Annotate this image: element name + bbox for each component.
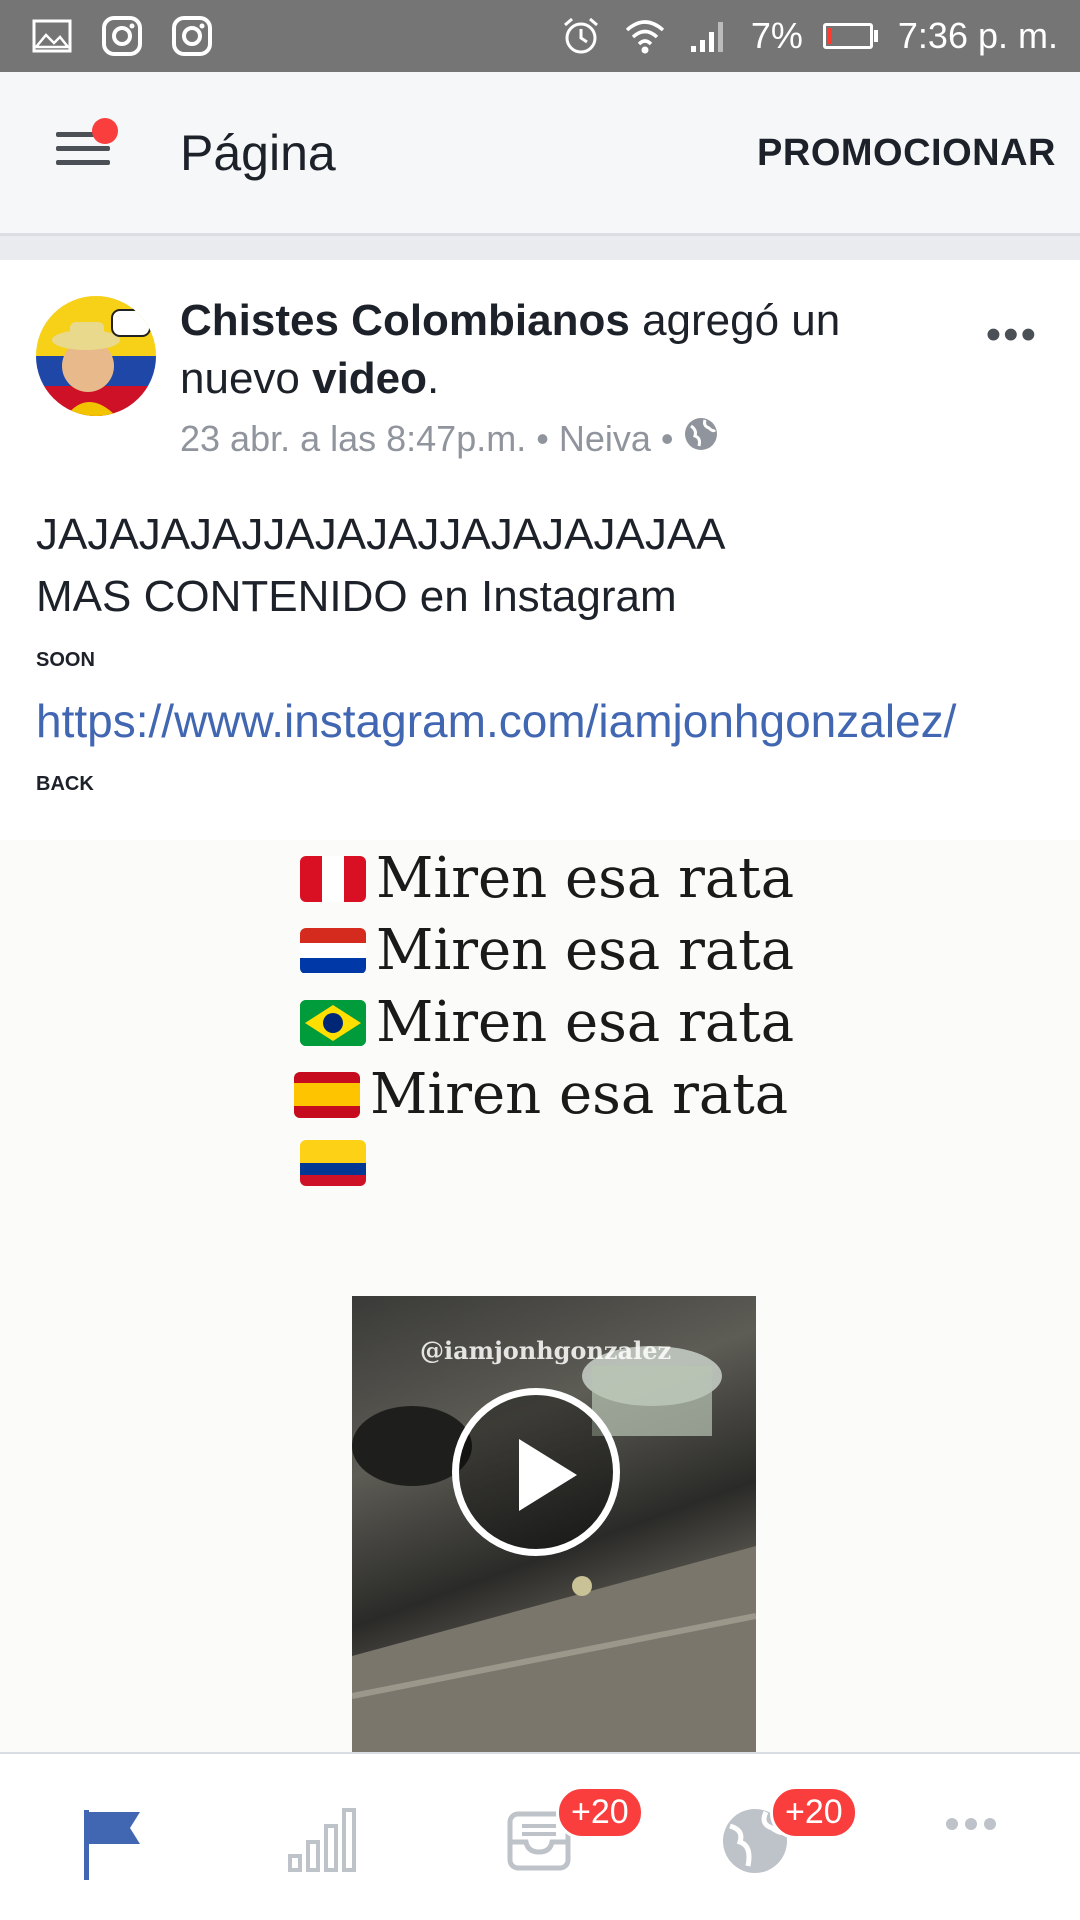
- notifications-badge: +20: [770, 1786, 858, 1839]
- caption-line: Miren esa rata: [300, 918, 794, 983]
- battery-icon: [822, 23, 878, 49]
- bottom-nav: +20 +20: [0, 1752, 1080, 1920]
- nav-more[interactable]: [944, 1814, 1034, 1904]
- back-arrow: BACK: [36, 752, 1046, 814]
- peru-flag-icon: [300, 855, 366, 902]
- colombia-flag-icon: [300, 1140, 366, 1186]
- paraguay-flag-icon: [300, 927, 366, 974]
- nav-notifications[interactable]: +20: [718, 1786, 858, 1894]
- meta-separator: •: [660, 417, 674, 459]
- caption-line: Miren esa rata: [294, 1062, 788, 1127]
- video-link[interactable]: video: [312, 354, 427, 403]
- alarm-icon: [559, 14, 603, 58]
- soon-label: SOON: [36, 649, 95, 671]
- caption-text: Miren esa rata: [376, 918, 795, 983]
- action-end: .: [427, 354, 440, 403]
- caption-line: Miren esa rata: [300, 846, 794, 911]
- page-avatar[interactable]: [36, 296, 156, 416]
- post-location[interactable]: Neiva: [559, 418, 651, 460]
- bar-chart-icon: [288, 1808, 356, 1872]
- caption-line: Miren esa rata: [300, 990, 794, 1055]
- app-header: Página PROMOCIONAR: [0, 72, 1080, 236]
- post-body-line: JAJAJAJAJJAJAJAJJAJAJAJAJAA: [36, 510, 726, 559]
- wifi-icon: [623, 14, 667, 58]
- nav-page-flag[interactable]: [78, 1804, 168, 1894]
- promote-button[interactable]: PROMOCIONAR: [757, 132, 1056, 175]
- video-thumbnail[interactable]: @iamjonhgonzalez: [352, 1296, 756, 1752]
- nav-insights[interactable]: [286, 1804, 376, 1894]
- brazil-flag-icon: [300, 999, 366, 1046]
- video-media[interactable]: Miren esa rata Miren esa rata Miren esa …: [0, 840, 1080, 1752]
- more-icon: [946, 1818, 996, 1830]
- post-more-icon[interactable]: •••: [986, 310, 1038, 360]
- status-right: 7% 7:36 p. m.: [559, 0, 1058, 72]
- post-timestamp[interactable]: 23 abr. a las 8:47p.m.: [180, 418, 526, 460]
- instagram-icon: [170, 14, 214, 58]
- page-title: Página: [180, 125, 336, 181]
- status-bar: 7% 7:36 p. m.: [0, 0, 1080, 72]
- divider: [0, 236, 1080, 260]
- caption-line: [300, 1140, 366, 1186]
- caption-text: Miren esa rata: [370, 1062, 789, 1127]
- post-body: JAJAJAJAJJAJAJAJJAJAJAJAJAA MAS CONTENID…: [36, 504, 1046, 814]
- post-card: Chistes Colombianos agregó un nuevo vide…: [0, 260, 1080, 1752]
- post-body-line: MAS CONTENIDO en Instagram: [36, 572, 677, 621]
- back-label: BACK: [36, 773, 94, 795]
- menu-button[interactable]: [56, 118, 118, 176]
- post-meta: 23 abr. a las 8:47p.m. • Neiva •: [180, 416, 719, 461]
- gallery-icon: [30, 14, 74, 58]
- status-left-icons: [30, 14, 214, 58]
- clock: 7:36 p. m.: [897, 15, 1058, 56]
- video-watermark: @iamjonhgonzalez: [420, 1336, 672, 1365]
- play-button-icon[interactable]: [452, 1388, 620, 1556]
- meta-separator: •: [536, 417, 549, 459]
- page-name-link[interactable]: Chistes Colombianos: [180, 296, 630, 345]
- battery-percent: 7%: [750, 15, 803, 56]
- instagram-icon: [100, 14, 144, 58]
- public-globe-icon: [683, 416, 719, 461]
- flag-icon: [84, 1810, 140, 1880]
- post-header-text: Chistes Colombianos agregó un nuevo vide…: [180, 292, 960, 408]
- instagram-link[interactable]: https://www.instagram.com/iamjonhgonzale…: [36, 690, 1046, 752]
- nav-inbox[interactable]: +20: [504, 1786, 644, 1894]
- soon-arrow: SOON: [36, 628, 1046, 690]
- caption-text: Miren esa rata: [376, 846, 795, 911]
- caption-text: Miren esa rata: [376, 990, 795, 1055]
- notification-dot: [92, 118, 118, 144]
- spain-flag-icon: [294, 1071, 360, 1118]
- signal-icon: [687, 14, 731, 58]
- inbox-badge: +20: [556, 1786, 644, 1839]
